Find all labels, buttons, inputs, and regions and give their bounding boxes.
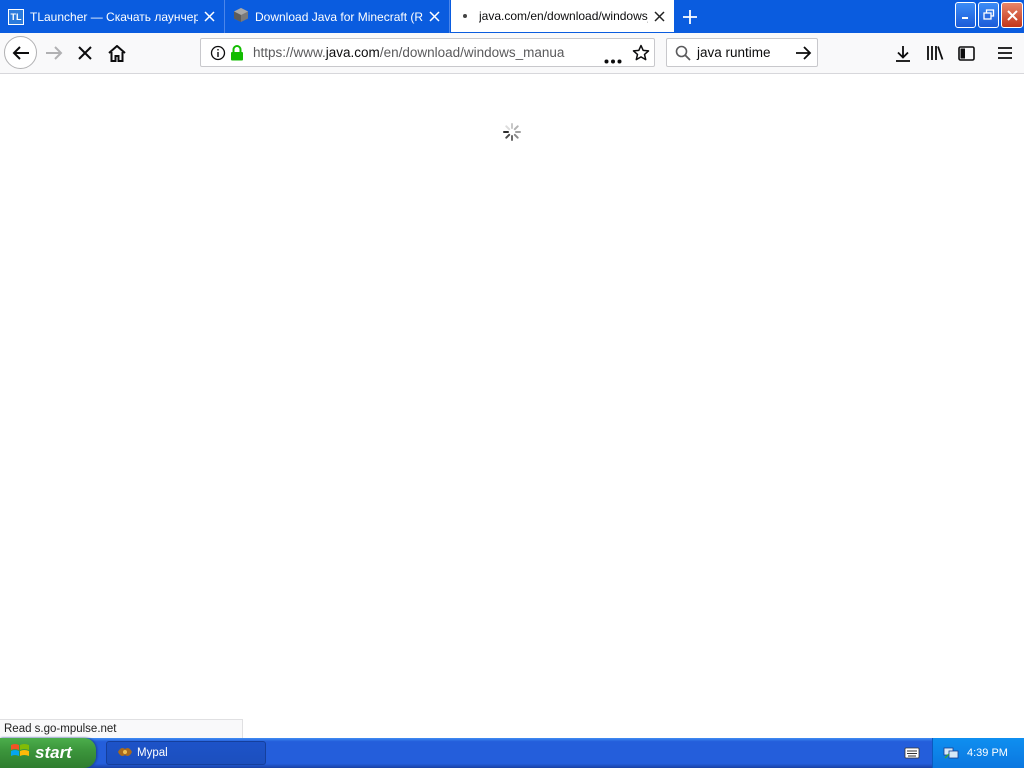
clock[interactable]: 4:39 PM <box>967 747 1008 759</box>
loading-dot-icon <box>463 14 467 18</box>
home-button[interactable] <box>103 39 131 67</box>
minecraft-block-icon <box>233 7 249 26</box>
tab-title: Download Java for Minecraft (Rec <box>255 9 423 24</box>
search-icon <box>675 45 691 66</box>
forward-arrow-icon <box>46 46 63 60</box>
stop-button[interactable] <box>71 39 99 67</box>
status-text: Read s.go-mpulse.net <box>0 719 243 738</box>
navigation-toolbar: https://www.java.com/en/download/windows… <box>0 33 1024 74</box>
library-icon <box>927 46 944 60</box>
url-text[interactable]: https://www.java.com/en/download/windows… <box>253 45 565 60</box>
url-host: java.com <box>325 45 380 60</box>
tab-close-icon[interactable] <box>648 5 670 27</box>
sidebar-icon <box>957 45 975 61</box>
lock-icon[interactable] <box>230 45 244 66</box>
search-go-arrow-icon[interactable] <box>795 45 812 66</box>
url-path: /en/download/windows_manual <box>379 45 565 60</box>
url-scheme: https://www. <box>253 45 326 60</box>
forward-button[interactable] <box>40 39 68 67</box>
restore-button[interactable] <box>978 2 999 28</box>
page-content: Read s.go-mpulse.net <box>0 74 1024 738</box>
page-actions-icon[interactable] <box>604 51 622 69</box>
stop-icon <box>78 46 92 60</box>
tab-strip: TL TLauncher — Скачать лаунчер Ми Downlo… <box>0 0 1024 33</box>
tab-close-icon[interactable] <box>423 6 445 28</box>
tab-tlauncher[interactable]: TL TLauncher — Скачать лаунчер Ми <box>0 0 225 33</box>
close-icon <box>1006 9 1018 21</box>
keyboard-language-icon[interactable] <box>904 745 920 765</box>
hamburger-menu-icon <box>998 47 1012 59</box>
taskbar: start Mypal 4:39 PM <box>0 738 1024 768</box>
home-icon <box>108 44 126 62</box>
back-button[interactable] <box>4 36 37 69</box>
tab-title: java.com/en/download/windows_m <box>479 9 648 23</box>
close-window-button[interactable] <box>1001 2 1023 28</box>
tab-close-icon[interactable] <box>198 6 220 28</box>
restore-icon <box>982 9 994 20</box>
mypal-app-icon <box>117 745 133 762</box>
tab-title: TLauncher — Скачать лаунчер Ми <box>30 9 198 24</box>
bookmark-star-icon[interactable] <box>632 44 650 67</box>
library-button[interactable] <box>922 39 948 67</box>
menu-button[interactable] <box>992 39 1018 67</box>
tab-java-download-active[interactable]: java.com/en/download/windows_m <box>451 0 674 32</box>
network-icon[interactable] <box>943 744 959 763</box>
start-label: start <box>35 743 72 762</box>
system-tray: 4:39 PM <box>932 738 1024 768</box>
url-bar[interactable]: https://www.java.com/en/download/windows… <box>200 38 655 67</box>
minimize-button[interactable] <box>955 2 976 28</box>
new-tab-button[interactable] <box>677 4 703 30</box>
search-bar[interactable]: java runtime <box>666 38 818 67</box>
back-arrow-icon <box>12 45 29 60</box>
download-arrow-icon <box>896 45 910 62</box>
taskbar-item-label: Mypal <box>137 747 168 759</box>
windows-flag-icon <box>10 742 30 765</box>
tlauncher-icon: TL <box>8 8 24 25</box>
minimize-icon <box>961 17 968 19</box>
info-icon[interactable] <box>210 45 226 66</box>
sidebar-button[interactable] <box>953 39 979 67</box>
tab-download-java[interactable]: Download Java for Minecraft (Rec <box>225 0 450 33</box>
taskbar-item-mypal[interactable]: Mypal <box>106 741 266 765</box>
downloads-button[interactable] <box>890 39 916 67</box>
plus-icon <box>683 10 697 24</box>
search-input[interactable]: java runtime <box>697 45 771 60</box>
start-button[interactable]: start <box>0 738 96 768</box>
loading-spinner-icon <box>503 123 521 141</box>
